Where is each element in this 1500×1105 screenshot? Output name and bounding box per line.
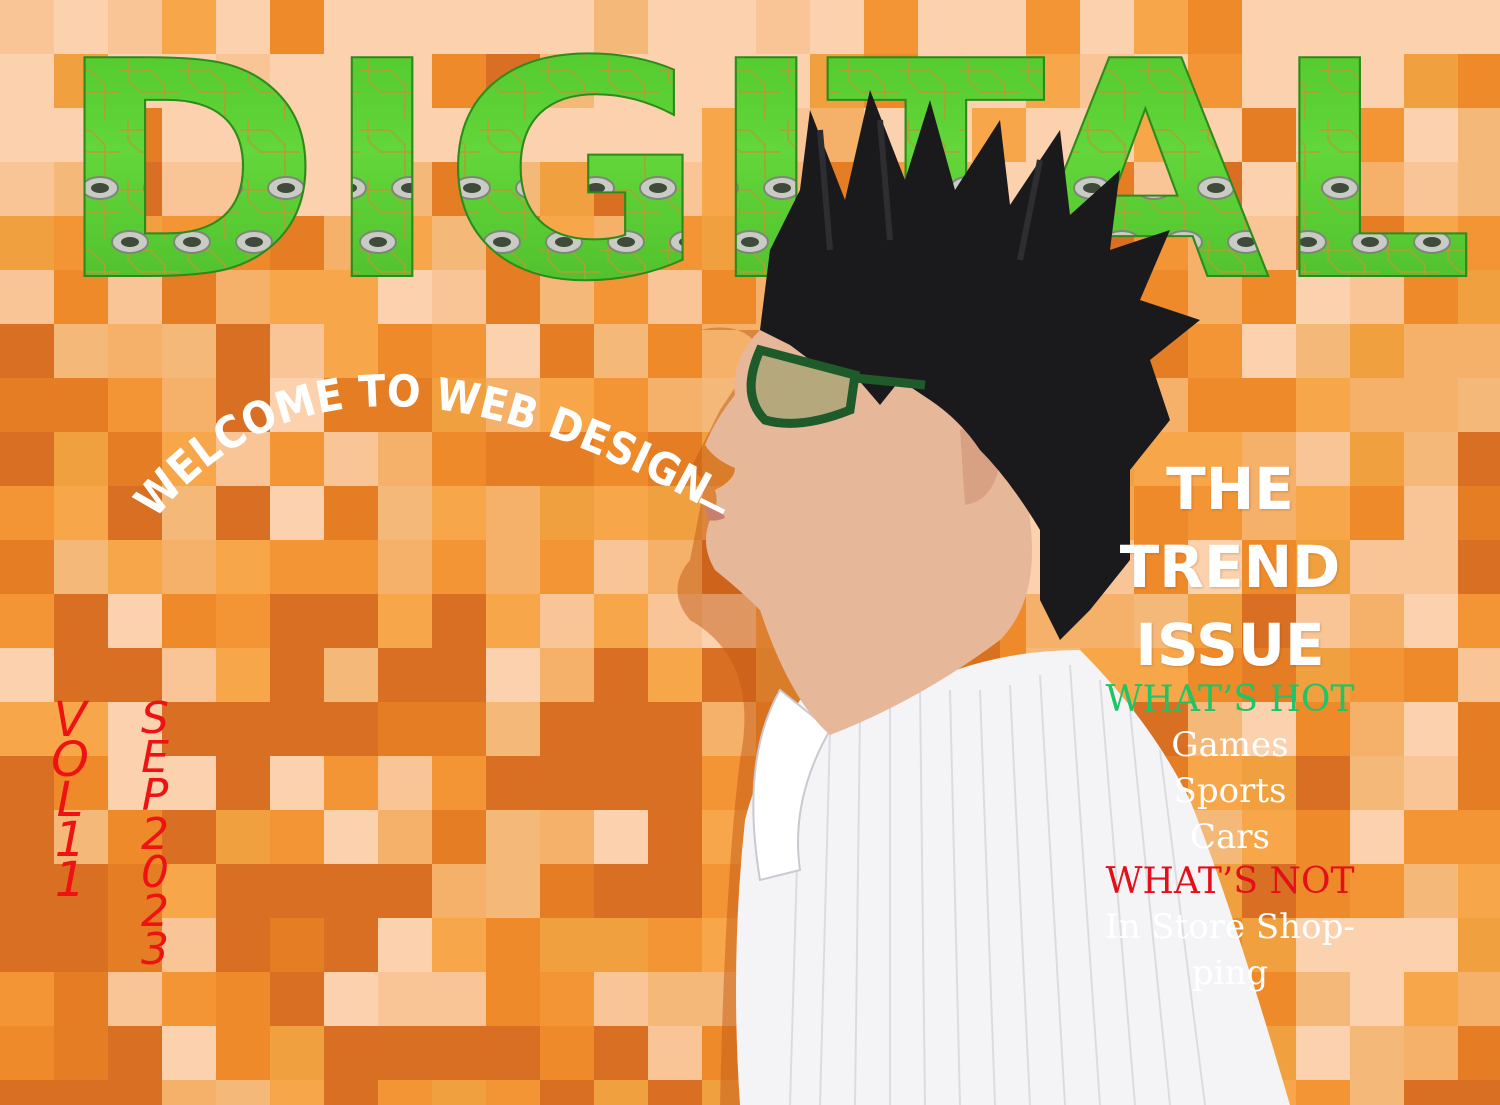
headline-line-3: ISSUE <box>1135 611 1325 679</box>
not-item: In Store Shop- <box>1105 907 1355 947</box>
not-item: ping <box>1191 953 1269 993</box>
headline-line-1: THE <box>1166 455 1294 523</box>
magazine-cover: DIGITAL DIGITAL <box>0 0 1500 1105</box>
vertical-glyph: 1 <box>54 852 86 908</box>
cover-lines: THE TREND ISSUE WHAT’S HOT Games Sports … <box>1050 450 1410 996</box>
hot-item: Sports <box>1173 771 1287 811</box>
welcome-arc-text: WELCOME TO WEB DESIGN <box>125 366 719 527</box>
headline-line-2: TREND <box>1119 533 1341 601</box>
whats-not-heading: WHAT’S NOT <box>1105 861 1355 902</box>
hot-item: Cars <box>1190 817 1270 857</box>
svg-text:WELCOME TO WEB DESIGN: WELCOME TO WEB DESIGN <box>125 366 719 527</box>
vertical-glyph: 3 <box>141 924 169 975</box>
whats-hot-heading: WHAT’S HOT <box>1105 679 1355 720</box>
volume-vertical: VOL11 <box>40 696 100 908</box>
hot-item: Games <box>1171 725 1289 765</box>
issue-date-vertical: SEP2023 <box>125 697 185 975</box>
